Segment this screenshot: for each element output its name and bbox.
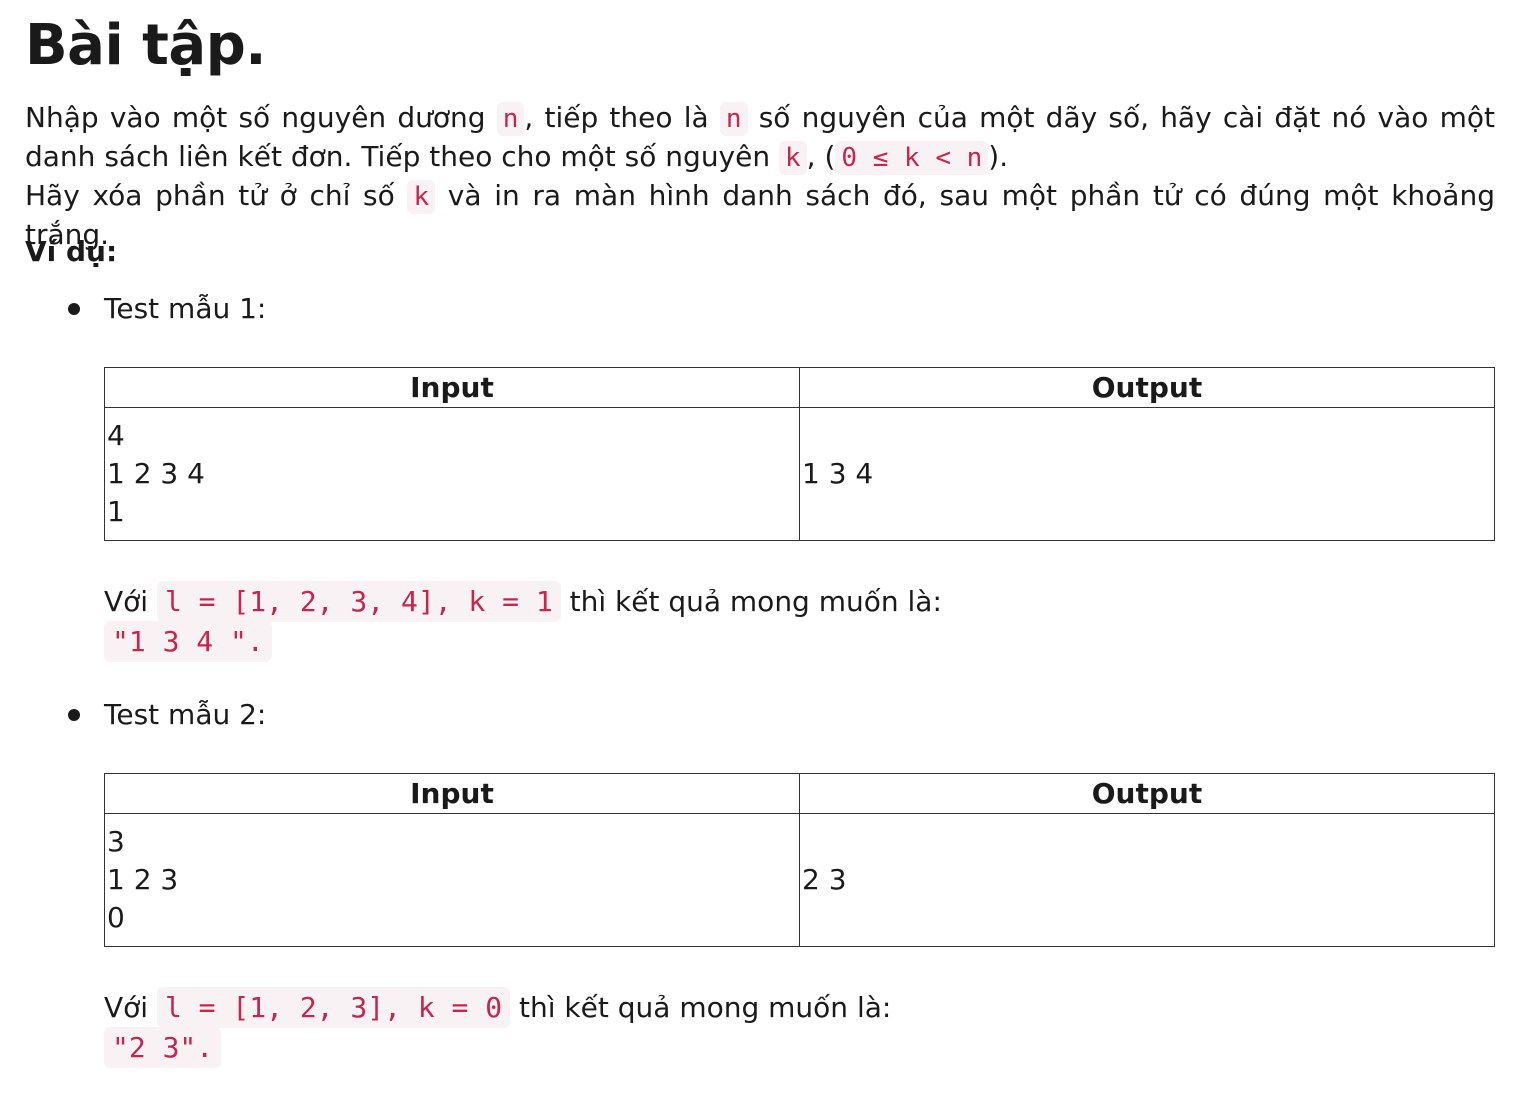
input-header: Input	[104, 367, 800, 408]
input-line: 1	[107, 495, 125, 528]
problem-description: Nhập vào một số nguyên dương n, tiếp the…	[25, 99, 1495, 254]
test-1-note: Với l = [1, 2, 3, 4], k = 1 thì kết quả …	[104, 581, 942, 662]
input-line: 0	[107, 901, 125, 934]
desc-text: , tiếp theo là	[524, 101, 720, 134]
note-text: thì kết quả mong muốn là:	[560, 585, 942, 618]
test-1-table: Input Output 4 1 2 3 4 1 1 3 4	[104, 367, 1495, 541]
code-range: 0 ≤ k < n	[835, 141, 989, 175]
test-label-text: Test mẫu 1:	[104, 292, 267, 325]
input-line: 4	[107, 419, 125, 452]
note-text: Với	[104, 991, 157, 1024]
desc-text: , (	[806, 140, 836, 173]
bullet-icon	[68, 303, 80, 315]
test-label-text: Test mẫu 2:	[104, 698, 267, 731]
input-line: 1 2 3 4	[107, 457, 205, 490]
output-cell: 1 3 4	[799, 407, 1495, 541]
expected-output: "2 3".	[104, 1027, 222, 1068]
note-code: l = [1, 2, 3, 4], k = 1	[156, 581, 561, 622]
input-header: Input	[104, 773, 800, 814]
example-label: Ví dụ:	[25, 235, 118, 268]
desc-text: Hãy xóa phần tử ở chỉ số	[25, 179, 408, 212]
input-cell: 3 1 2 3 0	[104, 813, 800, 947]
output-cell: 2 3	[799, 813, 1495, 947]
bullet-icon	[68, 709, 80, 721]
input-line: 1 2 3	[107, 863, 179, 896]
output-header: Output	[799, 367, 1495, 408]
note-text: Với	[104, 585, 157, 618]
code-n: n	[719, 102, 748, 136]
input-cell: 4 1 2 3 4 1	[104, 407, 800, 541]
code-n: n	[496, 102, 525, 136]
code-k: k	[779, 141, 807, 175]
output-header: Output	[799, 773, 1495, 814]
test-2-table: Input Output 3 1 2 3 0 2 3	[104, 773, 1495, 947]
test-2-note: Với l = [1, 2, 3], k = 0 thì kết quả mon…	[104, 987, 892, 1068]
page-title: Bài tập.	[25, 13, 267, 78]
test-2-label: Test mẫu 2:	[68, 698, 267, 732]
expected-output: "1 3 4 ".	[104, 621, 272, 662]
input-line: 3	[107, 825, 125, 858]
code-k: k	[407, 180, 436, 214]
note-code: l = [1, 2, 3], k = 0	[156, 987, 511, 1028]
test-1-label: Test mẫu 1:	[68, 292, 267, 326]
note-text: thì kết quả mong muốn là:	[510, 991, 892, 1024]
desc-text: Nhập vào một số nguyên dương	[25, 101, 497, 134]
desc-text: ).	[988, 140, 1009, 173]
